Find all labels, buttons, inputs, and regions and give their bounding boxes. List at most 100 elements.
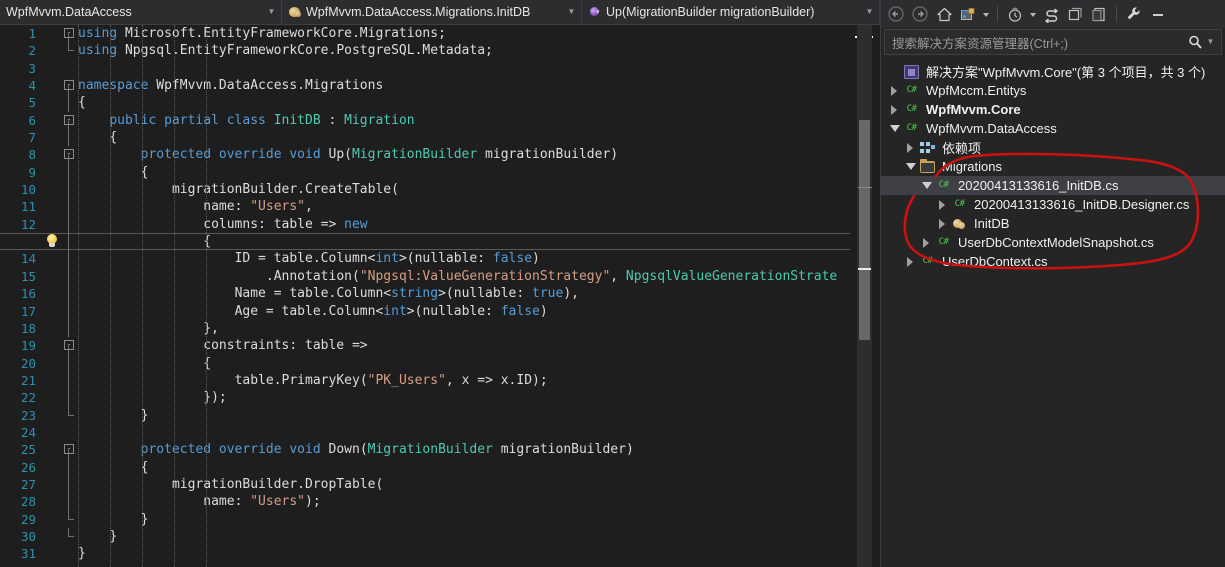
- fold-indicator[interactable]: [62, 319, 78, 338]
- chevron-right-icon[interactable]: [907, 256, 914, 267]
- code-text[interactable]: public partial class InitDB : Migration: [78, 112, 850, 129]
- code-line[interactable]: 5{: [0, 94, 850, 112]
- code-lines[interactable]: 1- using Microsoft.EntityFrameworkCore.Mi…: [0, 25, 850, 563]
- tree-expander[interactable]: [903, 138, 919, 157]
- code-line[interactable]: 14 ID = table.Column<int>(nullable: fals…: [0, 250, 850, 268]
- code-line[interactable]: 2 using Npgsql.EntityFrameworkCore.Postgr…: [0, 42, 850, 59]
- code-text[interactable]: {: [78, 233, 850, 250]
- fold-indicator[interactable]: [62, 42, 78, 59]
- gutter-glyph[interactable]: [42, 250, 62, 267]
- gutter-glyph[interactable]: [42, 389, 62, 406]
- gutter-glyph[interactable]: [42, 164, 62, 181]
- chevron-right-icon[interactable]: [939, 199, 946, 210]
- code-text[interactable]: }: [78, 528, 850, 545]
- code-text[interactable]: },: [78, 320, 850, 337]
- fold-indicator[interactable]: -: [62, 441, 78, 459]
- gutter-glyph[interactable]: [42, 216, 62, 233]
- code-line[interactable]: 7 {: [0, 129, 850, 147]
- tree-node[interactable]: C# WpfMccm.Entitys: [881, 81, 1225, 100]
- code-text[interactable]: protected override void Up(MigrationBuil…: [78, 146, 850, 163]
- tree-expander[interactable]: [935, 195, 951, 214]
- tree-expander[interactable]: [903, 157, 919, 176]
- fold-indicator[interactable]: [62, 94, 78, 112]
- code-text[interactable]: Name = table.Column<string>(nullable: tr…: [78, 285, 850, 302]
- code-line[interactable]: 28 name: "Users");: [0, 493, 850, 511]
- tree-expander[interactable]: [887, 62, 903, 81]
- fold-indicator[interactable]: [62, 389, 78, 407]
- code-text[interactable]: protected override void Down(MigrationBu…: [78, 441, 850, 458]
- fold-indicator[interactable]: -: [62, 337, 78, 355]
- editor-vertical-scrollbar[interactable]: [857, 25, 872, 567]
- type-dropdown[interactable]: WpfMvvm.DataAccess.Migrations.InitDB ▼: [282, 0, 582, 24]
- gutter-glyph[interactable]: [42, 285, 62, 302]
- code-line[interactable]: 18 },: [0, 319, 850, 338]
- fold-indicator[interactable]: [62, 545, 78, 562]
- gutter-glyph[interactable]: [42, 77, 62, 94]
- chevron-right-icon[interactable]: [891, 104, 898, 115]
- code-line[interactable]: 25 - protected override void Down(Migrati…: [0, 441, 850, 459]
- code-text[interactable]: {: [78, 355, 850, 372]
- code-text[interactable]: migrationBuilder.DropTable(: [78, 476, 850, 493]
- code-text[interactable]: }: [78, 545, 850, 562]
- minimize-icon[interactable]: [1147, 3, 1169, 25]
- fold-indicator[interactable]: [62, 475, 78, 494]
- code-line[interactable]: 19 - constraints: table =>: [0, 337, 850, 355]
- fold-indicator[interactable]: [62, 354, 78, 372]
- fold-indicator[interactable]: [62, 163, 78, 182]
- project-dropdown[interactable]: WpfMvvm.DataAccess ▼: [0, 0, 282, 24]
- tree-node[interactable]: Migrations: [881, 157, 1225, 176]
- pending-changes-clock-icon[interactable]: [1004, 3, 1026, 25]
- fold-indicator[interactable]: [62, 406, 78, 424]
- code-line[interactable]: 17 Age = table.Column<int>(nullable: fal…: [0, 302, 850, 320]
- gutter-glyph[interactable]: [42, 42, 62, 59]
- fold-indicator[interactable]: -: [62, 77, 78, 95]
- tree-node[interactable]: C# WpfMvvm.Core: [881, 100, 1225, 119]
- gutter-glyph[interactable]: [42, 268, 62, 285]
- chevron-right-icon[interactable]: [891, 85, 898, 96]
- code-text[interactable]: {: [78, 164, 850, 181]
- sync-icon[interactable]: [1040, 3, 1062, 25]
- search-chevron-down-icon[interactable]: ▼: [1204, 38, 1217, 46]
- fold-indicator[interactable]: [62, 215, 78, 234]
- code-line[interactable]: 3: [0, 60, 850, 77]
- gutter-glyph[interactable]: [42, 320, 62, 337]
- code-line[interactable]: 16 Name = table.Column<string>(nullable:…: [0, 285, 850, 303]
- code-line[interactable]: 10 migrationBuilder.CreateTable(: [0, 181, 850, 199]
- code-text[interactable]: }: [78, 511, 850, 528]
- fold-indicator[interactable]: [62, 493, 78, 511]
- code-text[interactable]: name: "Users",: [78, 198, 850, 215]
- gutter-glyph[interactable]: [42, 493, 62, 510]
- fold-indicator[interactable]: [62, 285, 78, 303]
- fold-indicator[interactable]: [62, 129, 78, 147]
- gutter-glyph[interactable]: [42, 94, 62, 111]
- properties-window-icon[interactable]: [1064, 3, 1086, 25]
- tree-node[interactable]: C# UserDbContext.cs: [881, 252, 1225, 271]
- fold-indicator[interactable]: [62, 458, 78, 476]
- code-text[interactable]: }: [78, 407, 850, 424]
- code-text[interactable]: columns: table => new: [78, 216, 850, 233]
- fold-indicator[interactable]: -: [62, 112, 78, 130]
- tree-node[interactable]: C# UserDbContextModelSnapshot.cs: [881, 233, 1225, 252]
- code-text[interactable]: {: [78, 94, 850, 111]
- tree-node[interactable]: 依赖项: [881, 138, 1225, 157]
- code-surface[interactable]: 1- using Microsoft.EntityFrameworkCore.Mi…: [0, 25, 880, 567]
- code-text[interactable]: name: "Users");: [78, 493, 850, 510]
- code-text[interactable]: namespace WpfMvvm.DataAccess.Migrations: [78, 77, 850, 94]
- tree-node[interactable]: 解决方案"WpfMvvm.Core"(第 3 个项目，共 3 个): [881, 62, 1225, 81]
- chevron-right-icon[interactable]: [923, 237, 930, 248]
- tree-node[interactable]: C# WpfMvvm.DataAccess: [881, 119, 1225, 138]
- gutter-glyph[interactable]: [42, 407, 62, 424]
- scrollbar-thumb[interactable]: [858, 120, 871, 340]
- code-line[interactable]: 23 }: [0, 406, 850, 424]
- code-text[interactable]: {: [78, 129, 850, 146]
- tree-expander[interactable]: [919, 176, 935, 195]
- tree-node[interactable]: C# 20200413133616_InitDB.Designer.cs: [881, 195, 1225, 214]
- tree-expander[interactable]: [919, 233, 935, 252]
- search-solution-explorer-input[interactable]: 搜索解决方案资源管理器(Ctrl+;) ▼: [884, 29, 1222, 55]
- solution-tree[interactable]: 解决方案"WpfMvvm.Core"(第 3 个项目，共 3 个) C# WpfMc…: [881, 58, 1225, 567]
- show-all-files-chevron-down-icon[interactable]: [981, 3, 991, 25]
- code-line[interactable]: 6 - public partial class InitDB : Migrati…: [0, 112, 850, 130]
- gutter-glyph[interactable]: [42, 511, 62, 528]
- gutter-glyph[interactable]: [42, 112, 62, 129]
- tree-expander[interactable]: [903, 252, 919, 271]
